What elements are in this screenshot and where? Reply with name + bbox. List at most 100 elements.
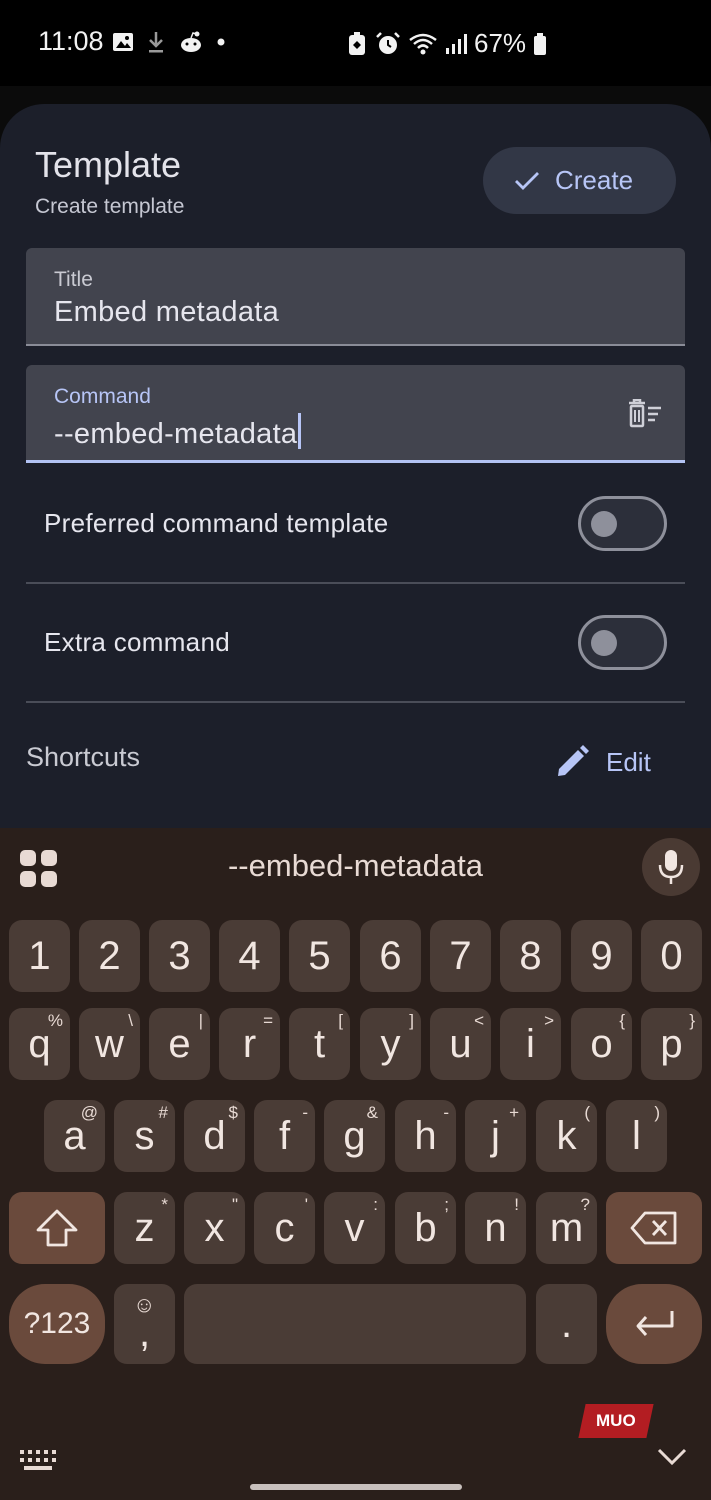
clear-template-icon[interactable] (627, 399, 663, 429)
battery-percent: 67% (474, 28, 527, 58)
key-m[interactable]: m? (536, 1192, 597, 1264)
key-1[interactable]: 1 (9, 920, 70, 992)
space-key[interactable] (184, 1284, 526, 1364)
edit-label: Edit (606, 746, 651, 777)
edit-shortcuts-button[interactable]: Edit (554, 744, 651, 780)
key-hint: @ (80, 1103, 98, 1122)
key-label: s (134, 1113, 155, 1158)
key-label: c (274, 1205, 295, 1250)
key-hint: : (373, 1195, 378, 1214)
key-z[interactable]: z * (114, 1192, 175, 1264)
key-label: v (344, 1205, 365, 1250)
extra-command-row[interactable]: Extra command (26, 585, 685, 703)
command-field-value: --embed-metadata (54, 418, 298, 450)
key-7[interactable]: 7 (430, 920, 491, 992)
key-hint: } (689, 1011, 695, 1030)
key-9[interactable]: 9 (571, 920, 632, 992)
key-q[interactable]: q% (9, 1008, 70, 1080)
key-label: f (278, 1113, 291, 1158)
key-label: p (660, 1021, 683, 1066)
key-y[interactable]: y] (360, 1008, 421, 1080)
sheet-subtitle: Create template (35, 195, 185, 218)
download-icon (149, 32, 163, 53)
preferred-template-row[interactable]: Preferred command template (26, 466, 685, 584)
keyboard-switch-icon[interactable] (20, 1450, 58, 1472)
status-bar: 11:08 67% (0, 0, 711, 86)
enter-key[interactable] (606, 1284, 702, 1364)
key-s[interactable]: s # (114, 1100, 175, 1172)
key-a[interactable]: a @ (44, 1100, 105, 1172)
hide-keyboard-chevron-icon[interactable] (656, 1446, 688, 1468)
key-p[interactable]: p} (641, 1008, 702, 1080)
battery-icon (534, 32, 547, 55)
check-icon (515, 171, 539, 190)
key-l[interactable]: l) (606, 1100, 667, 1172)
shift-key[interactable] (9, 1192, 105, 1264)
key-b[interactable]: b; (395, 1192, 456, 1264)
muo-watermark: MUO (578, 1404, 654, 1438)
key-label: d (203, 1113, 226, 1158)
key-label: y (380, 1021, 401, 1066)
system-icons: 67% (346, 28, 547, 59)
key-h[interactable]: h- (395, 1100, 456, 1172)
key-c[interactable]: c ' (254, 1192, 315, 1264)
key-0[interactable]: 0 (641, 920, 702, 992)
create-button[interactable]: Create (483, 147, 676, 214)
key-f[interactable]: f- (254, 1100, 315, 1172)
key-i[interactable]: i > (500, 1008, 561, 1080)
key-e[interactable]: e | (149, 1008, 210, 1080)
key-label: o (590, 1021, 613, 1066)
key-d[interactable]: d $ (184, 1100, 245, 1172)
command-field[interactable]: Command --embed-metadata (26, 365, 685, 463)
key-label: u (449, 1021, 472, 1066)
key-x[interactable]: x " (184, 1192, 245, 1264)
key-v[interactable]: v: (324, 1192, 385, 1264)
title-field-value: Embed metadata (54, 296, 280, 328)
key-hint: = (263, 1011, 273, 1030)
symbols-key[interactable]: ?123 (9, 1284, 105, 1364)
alarm-icon (376, 31, 400, 54)
command-field-label: Command (54, 385, 151, 408)
enter-icon (636, 1311, 674, 1336)
key-hint: + (509, 1103, 519, 1122)
key-label: x (204, 1205, 225, 1250)
key-label: b (414, 1205, 437, 1250)
key-hint: ] (409, 1011, 414, 1030)
key-3[interactable]: 3 (149, 920, 210, 992)
key-k[interactable]: k( (536, 1100, 597, 1172)
key-j[interactable]: j + (465, 1100, 526, 1172)
navigation-handle[interactable] (250, 1484, 462, 1490)
status-time: 11:08 (38, 26, 104, 56)
battery-saver-icon (349, 31, 365, 55)
key-w[interactable]: w \ (79, 1008, 140, 1080)
period-key[interactable]: . (536, 1284, 597, 1364)
backspace-key[interactable] (606, 1192, 702, 1264)
key-4[interactable]: 4 (219, 920, 280, 992)
key-label: k (556, 1113, 577, 1158)
key-label: t (313, 1021, 326, 1066)
key-8[interactable]: 8 (500, 920, 561, 992)
mic-button[interactable] (642, 838, 700, 896)
key-n[interactable]: n! (465, 1192, 526, 1264)
key-5[interactable]: 5 (289, 920, 350, 992)
text-caret (298, 413, 302, 449)
extra-command-switch[interactable] (578, 615, 667, 670)
comma-key[interactable]: , ☺ (114, 1284, 175, 1364)
switch-thumb (591, 630, 617, 656)
key-t[interactable]: t[ (289, 1008, 350, 1080)
key-2[interactable]: 2 (79, 920, 140, 992)
key-hint: - (443, 1103, 449, 1122)
key-o[interactable]: o{ (571, 1008, 632, 1080)
key-hint: ) (654, 1103, 660, 1122)
key-label: w (95, 1021, 124, 1066)
keyboard: --embed-metadata 1 2 3 4 5 6 7 8 9 0 q% … (0, 828, 711, 1500)
key-r[interactable]: r = (219, 1008, 280, 1080)
key-hint: % (47, 1011, 63, 1030)
keyboard-suggestion[interactable]: --embed-metadata (0, 848, 711, 884)
preferred-template-switch[interactable] (578, 496, 667, 551)
key-6[interactable]: 6 (360, 920, 421, 992)
key-label: z (134, 1205, 155, 1250)
key-g[interactable]: g & (324, 1100, 385, 1172)
title-field[interactable]: Title Embed metadata (26, 248, 685, 346)
key-u[interactable]: u < (430, 1008, 491, 1080)
